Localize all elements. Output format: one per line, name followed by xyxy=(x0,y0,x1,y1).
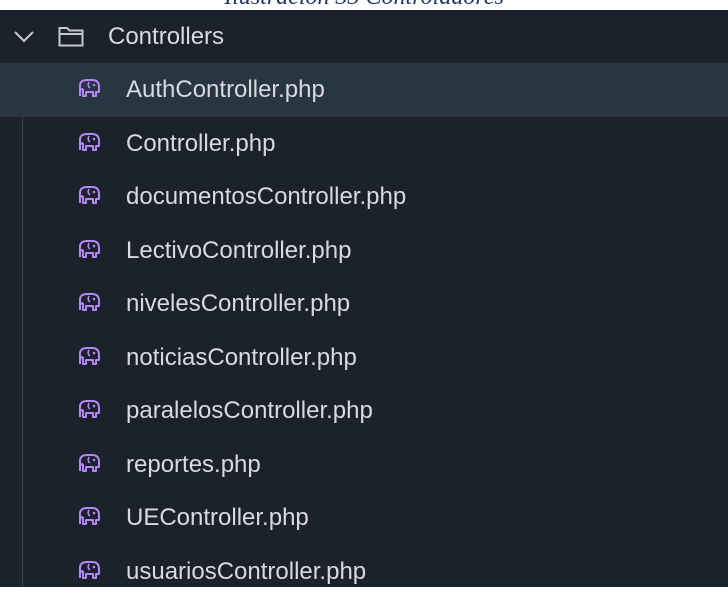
file-label: nivelesController.php xyxy=(126,289,350,319)
file-label: paralelosController.php xyxy=(126,396,373,426)
file-row[interactable]: Controller.php xyxy=(0,117,728,171)
folder-label: Controllers xyxy=(108,22,224,52)
file-row[interactable]: LectivoController.php xyxy=(0,224,728,278)
file-row[interactable]: reportes.php xyxy=(0,438,728,492)
chevron-down-icon[interactable] xyxy=(12,24,36,48)
php-elephant-icon xyxy=(76,504,102,530)
php-elephant-icon xyxy=(76,451,102,477)
figure-caption: Ilustración 33 Controladores xyxy=(0,0,728,10)
figure-caption-text: Ilustración 33 Controladores xyxy=(0,0,728,10)
file-row[interactable]: nivelesController.php xyxy=(0,277,728,331)
file-explorer: Controllers AuthController.php Controller… xyxy=(0,10,728,587)
folder-row-controllers[interactable]: Controllers xyxy=(0,10,728,63)
file-row[interactable]: documentosController.php xyxy=(0,170,728,224)
file-label: Controller.php xyxy=(126,129,275,159)
file-label: reportes.php xyxy=(126,450,261,480)
file-label: UEController.php xyxy=(126,503,309,533)
php-elephant-icon xyxy=(76,183,102,209)
file-row[interactable]: paralelosController.php xyxy=(0,384,728,438)
php-elephant-icon xyxy=(76,558,102,584)
php-elephant-icon xyxy=(76,237,102,263)
php-elephant-icon xyxy=(76,397,102,423)
file-label: noticiasController.php xyxy=(126,343,357,373)
file-label: usuariosController.php xyxy=(126,557,366,587)
file-label: documentosController.php xyxy=(126,182,406,212)
php-elephant-icon xyxy=(76,290,102,316)
file-row[interactable]: noticiasController.php xyxy=(0,331,728,385)
file-row[interactable]: UEController.php xyxy=(0,491,728,545)
folder-icon xyxy=(58,25,84,47)
php-elephant-icon xyxy=(76,130,102,156)
php-elephant-icon xyxy=(76,76,102,102)
file-label: LectivoController.php xyxy=(126,236,351,266)
file-row[interactable]: AuthController.php xyxy=(0,63,728,117)
file-list: AuthController.php Controller.php document… xyxy=(0,63,728,598)
php-elephant-icon xyxy=(76,344,102,370)
file-row[interactable]: usuariosController.php xyxy=(0,545,728,598)
file-label: AuthController.php xyxy=(126,75,325,105)
